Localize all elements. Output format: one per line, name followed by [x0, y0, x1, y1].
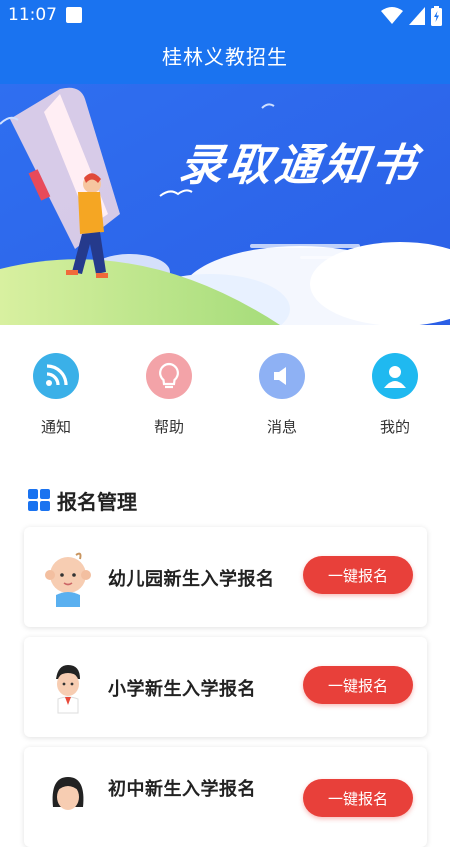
banner-title: 录取通知书 — [175, 140, 423, 191]
card-title-junior: 初中新生入学报名 — [108, 779, 256, 800]
app-title: 桂林义教招生 — [162, 45, 288, 69]
speaker-icon — [259, 353, 305, 399]
quick-item-help[interactable]: 帮助 — [129, 350, 209, 437]
quick-label-help: 帮助 — [153, 418, 184, 436]
user-icon — [372, 353, 418, 399]
status-bar: 11:07 — [0, 0, 450, 32]
battery-icon — [431, 6, 442, 26]
app-bar: 桂林义教招生 — [0, 32, 450, 84]
quick-item-message[interactable]: 消息 — [242, 350, 322, 437]
notification-icon — [66, 7, 82, 23]
enroll-card-kindergarten: 幼儿园新生入学报名 一键报名 — [24, 527, 427, 627]
quick-menu: 通知 帮助 消息 我的 — [0, 350, 450, 440]
enroll-button-primary[interactable]: 一键报名 — [303, 666, 413, 704]
enroll-button-kindergarten[interactable]: 一键报名 — [303, 556, 413, 594]
boy-avatar — [56, 665, 80, 714]
quick-label-message: 消息 — [266, 418, 297, 436]
banner-illustration — [0, 84, 450, 325]
girl-avatar — [52, 777, 84, 810]
quick-label-mine: 我的 — [379, 418, 410, 436]
status-icons — [381, 6, 442, 26]
wifi-icon — [381, 7, 403, 24]
signal-icon — [409, 7, 425, 25]
baby-avatar — [45, 552, 91, 607]
banner[interactable]: 录取通知书 — [0, 84, 450, 325]
section-title: 报名管理 — [57, 489, 137, 514]
lightbulb-icon — [146, 353, 192, 399]
enroll-card-junior: 初中新生入学报名 一键报名 — [24, 747, 427, 847]
status-time: 11:07 — [8, 5, 57, 25]
enroll-card-primary: 小学新生入学报名 一键报名 — [24, 637, 427, 737]
grid-icon — [28, 489, 50, 511]
enroll-button-junior[interactable]: 一键报名 — [303, 779, 413, 817]
quick-item-mine[interactable]: 我的 — [355, 350, 435, 437]
quick-label-notice: 通知 — [40, 418, 71, 436]
card-title-primary: 小学新生入学报名 — [108, 679, 256, 700]
quick-item-notice[interactable]: 通知 — [16, 350, 96, 437]
section-header: 报名管理 — [28, 486, 137, 514]
card-title-kindergarten: 幼儿园新生入学报名 — [108, 569, 275, 590]
rss-icon — [33, 353, 79, 399]
